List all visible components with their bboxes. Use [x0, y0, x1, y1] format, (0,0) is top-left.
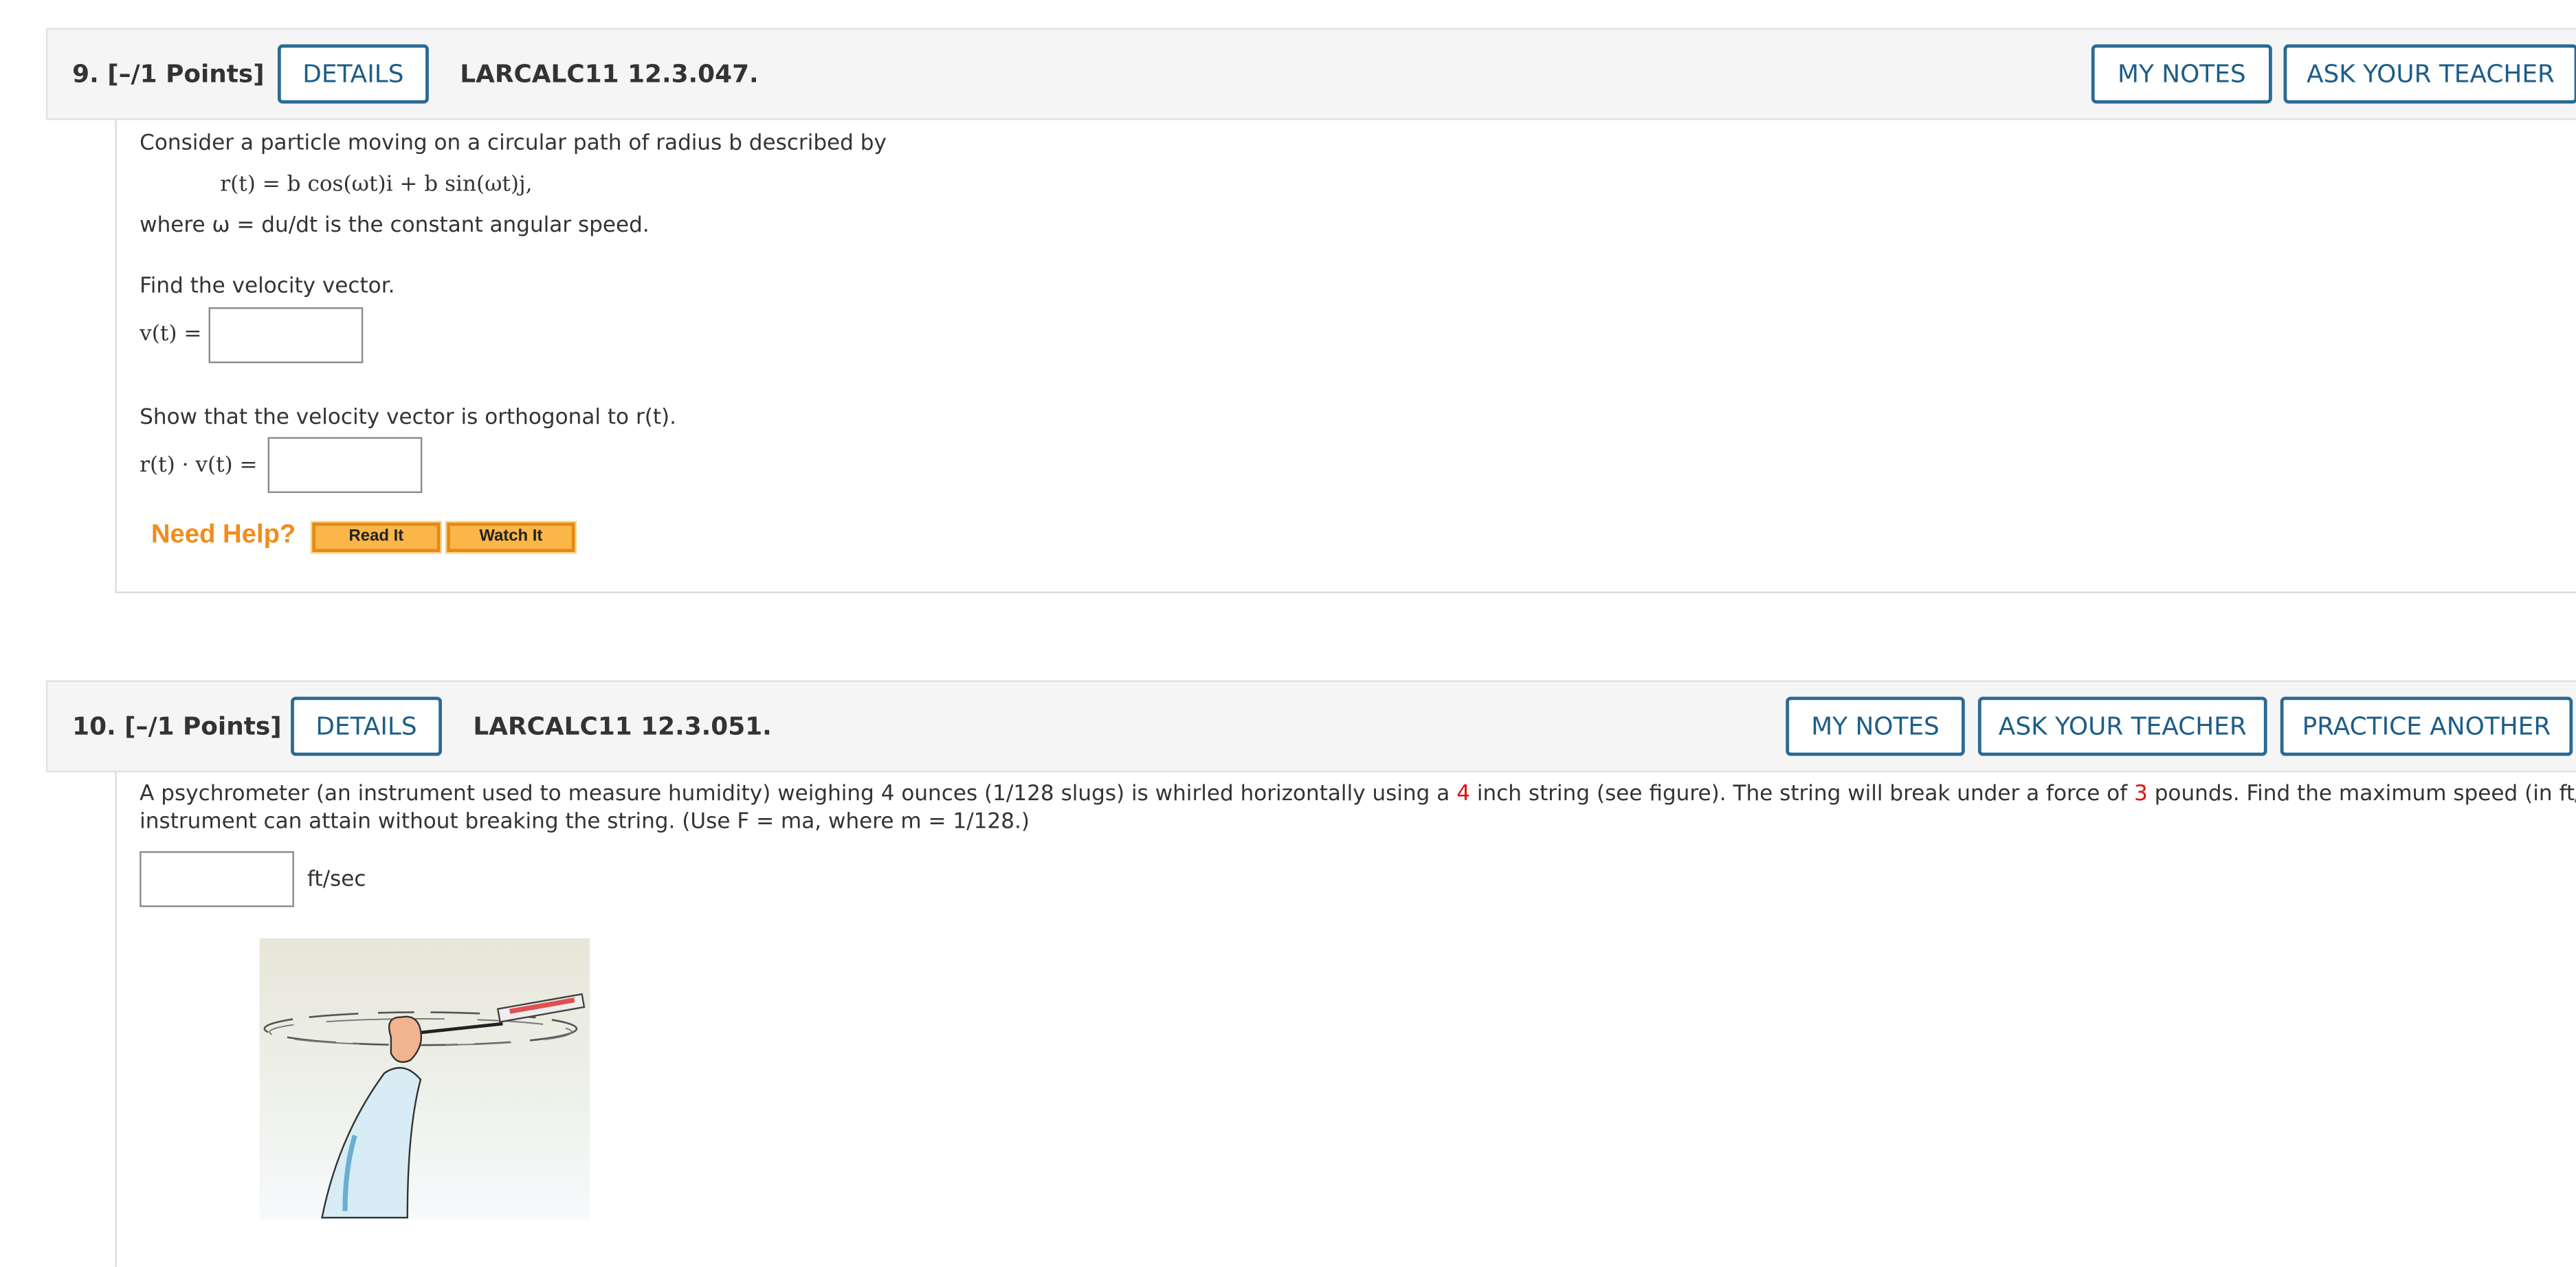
angular-speed-note: where ω = du/dt is the constant angular … [140, 213, 649, 239]
problem-statement-line-1: A psychrometer (an instrument used to me… [140, 782, 2576, 807]
velocity-answer-input[interactable] [208, 307, 364, 364]
practice-another-button[interactable]: PRACTICE ANOTHER [2280, 696, 2573, 756]
string-length-value: 4 [1456, 782, 1471, 807]
my-notes-button[interactable]: MY NOTES [2091, 44, 2272, 104]
question-code: LARCALC11 12.3.051. [473, 711, 772, 742]
orthogonal-prompt: Show that the velocity vector is orthogo… [140, 406, 677, 431]
question-intro: Consider a particle moving on a circular… [140, 131, 887, 157]
problem-text-part-c: pounds. Find the maximum speed (in ft/se… [2154, 782, 2576, 807]
breaking-force-value: 3 [2134, 782, 2148, 807]
problem-text-part-a: A psychrometer (an instrument used to me… [140, 782, 1457, 807]
details-button[interactable]: DETAILS [291, 696, 442, 756]
watch-it-button[interactable]: Watch It [445, 520, 577, 554]
question-9-header: 9. [–/1 Points] DETAILS LARCALC11 12.3.0… [45, 27, 2576, 120]
dot-product-label: r(t) · v(t) = [140, 453, 258, 478]
ask-your-teacher-button[interactable]: ASK YOUR TEACHER [1977, 696, 2267, 756]
find-velocity-prompt: Find the velocity vector. [140, 274, 395, 300]
need-help-label: Need Help? [151, 520, 296, 549]
details-button[interactable]: DETAILS [277, 44, 429, 104]
problem-text-part-b: inch string (see figure). The string wil… [1470, 782, 2135, 807]
max-speed-answer-input[interactable] [140, 851, 294, 907]
question-10-header: 10. [–/1 Points] DETAILS LARCALC11 12.3.… [45, 680, 2576, 773]
read-it-button[interactable]: Read It [310, 520, 442, 554]
ask-your-teacher-button[interactable]: ASK YOUR TEACHER [2283, 44, 2576, 104]
whirling-psychrometer-illustration [263, 993, 586, 1219]
dot-product-answer-input[interactable] [267, 437, 423, 494]
velocity-label: v(t) = [140, 322, 202, 347]
question-9-number: 9. [–/1 Points] [72, 59, 265, 89]
position-equation: r(t) = b cos(ωt)i + b sin(ωt)j, [220, 172, 533, 197]
answer-unit: ft/sec [307, 868, 366, 892]
problem-statement-line-2: instrument can attain without breaking t… [140, 810, 1030, 835]
psychrometer-figure [259, 938, 590, 1220]
question-code: LARCALC11 12.3.047. [460, 59, 759, 89]
my-notes-button[interactable]: MY NOTES [1786, 696, 1965, 756]
question-10-number: 10. [–/1 Points] [72, 711, 282, 742]
